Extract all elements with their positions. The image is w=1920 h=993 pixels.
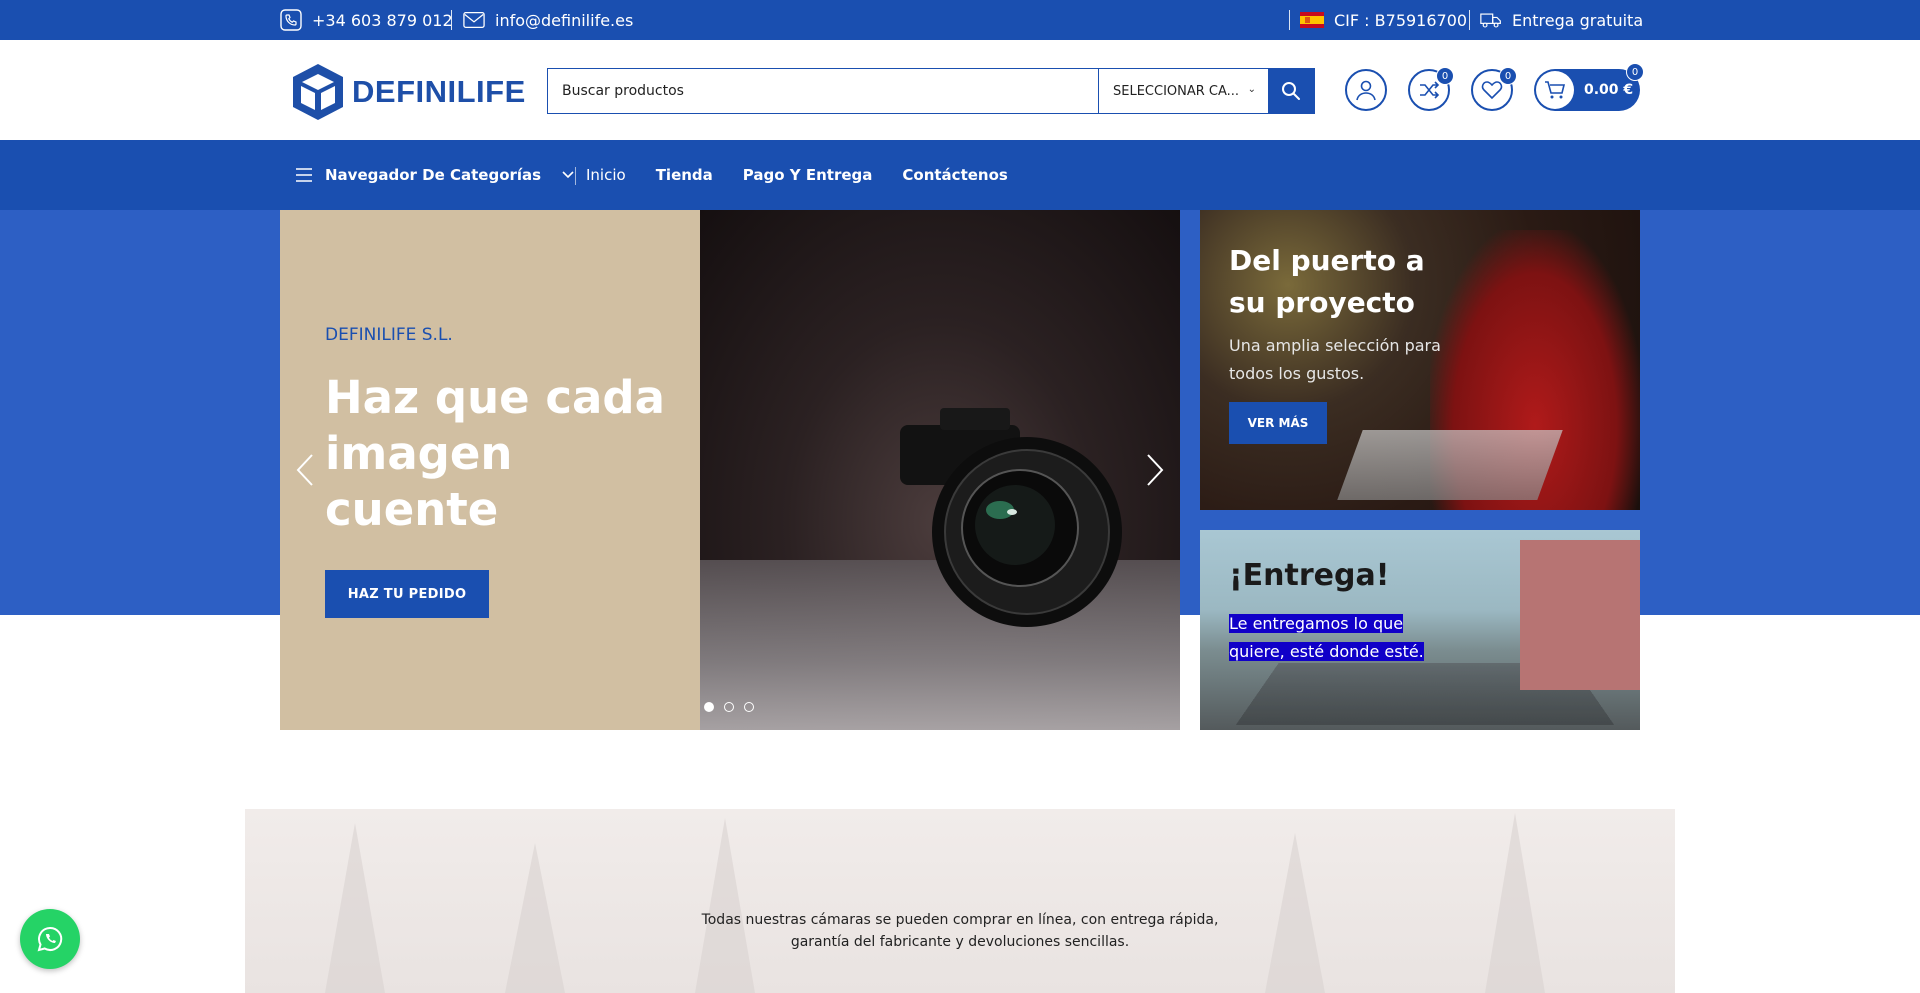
banner-photo-truck xyxy=(1520,540,1640,690)
search-button[interactable] xyxy=(1268,69,1314,113)
whatsapp-button[interactable] xyxy=(20,909,80,969)
arrow-left-icon xyxy=(296,454,313,486)
promo-line: Todas nuestras cámaras se pueden comprar… xyxy=(701,912,1219,928)
category-navigator-label: Navegador De Categorías xyxy=(325,166,542,184)
truck-icon xyxy=(1480,9,1502,31)
cif-text: CIF : B75916700 xyxy=(1334,10,1468,30)
banner-subtitle-wrap: Le entregamos lo que quiere, esté donde … xyxy=(1229,610,1459,666)
wishlist-button[interactable]: 0 xyxy=(1471,67,1517,111)
phone-icon xyxy=(280,9,302,31)
promo-section: Todas nuestras cámaras se pueden comprar… xyxy=(245,809,1675,993)
divider xyxy=(451,10,452,30)
slider-prev[interactable] xyxy=(290,450,320,490)
arrow-right-icon xyxy=(1147,454,1164,486)
category-select[interactable]: SELECCIONAR CA... ⌄ xyxy=(1098,69,1268,113)
promo-text: Todas nuestras cámaras se pueden comprar… xyxy=(245,909,1675,953)
nav-link-pago-entrega[interactable]: Pago Y Entrega xyxy=(743,166,873,184)
chevron-down-icon: ⌄ xyxy=(1247,84,1256,95)
tree-decoration xyxy=(1485,813,1545,993)
compare-icon xyxy=(1420,81,1440,99)
slider-dot[interactable] xyxy=(704,702,714,712)
logo-cube-icon xyxy=(293,64,343,120)
slide-text-panel: DEFINILIFE S.L. Haz que cada imagen cuen… xyxy=(280,210,700,730)
search-input[interactable] xyxy=(548,69,1098,113)
topbar-email[interactable]: info@definilife.es xyxy=(463,0,633,40)
search-bar: SELECCIONAR CA... ⌄ xyxy=(547,68,1315,114)
email-text: info@definilife.es xyxy=(495,10,634,30)
cart-count-badge: 0 xyxy=(1626,63,1644,81)
cart-icon-wrap xyxy=(1536,71,1574,109)
site-logo[interactable]: DEFINILIFE xyxy=(290,62,526,122)
category-navigator[interactable]: Navegador De Categorías xyxy=(295,140,575,210)
phone-text: +34 603 879 012 xyxy=(312,10,453,30)
divider xyxy=(575,167,576,185)
camera-illustration xyxy=(900,408,1122,627)
banner-port-project[interactable]: Del puerto a su proyecto Una amplia sele… xyxy=(1200,210,1640,510)
banner-title: ¡Entrega! xyxy=(1229,558,1390,593)
nav-links: Inicio Tienda Pago Y Entrega Contáctenos xyxy=(586,140,1038,210)
banner-subtitle: Una amplia selección para todos los gust… xyxy=(1229,336,1441,383)
compare-count-badge: 0 xyxy=(1436,67,1454,85)
promo-line: garantía del fabricante y devoluciones s… xyxy=(790,934,1130,950)
menu-icon xyxy=(296,168,312,182)
tree-decoration xyxy=(695,818,755,993)
category-select-value: SELECCIONAR CA... xyxy=(1113,83,1240,99)
slide-headline: Haz que cada imagen cuente xyxy=(325,371,665,536)
user-icon xyxy=(1356,80,1376,101)
slider-dot[interactable] xyxy=(744,702,754,712)
main-nav: Navegador De Categorías Inicio Tienda Pa… xyxy=(0,140,1920,210)
banner-photo-laptop xyxy=(1337,430,1563,500)
banner-title: Del puerto a su proyecto xyxy=(1229,244,1425,319)
order-button[interactable]: HAZ TU PEDIDO xyxy=(325,570,489,618)
tree-decoration xyxy=(325,823,385,993)
top-bar: +34 603 879 012 info@definilife.es CIF :… xyxy=(0,0,1920,40)
slider-next[interactable] xyxy=(1140,450,1170,490)
search-icon xyxy=(1282,82,1300,100)
slide-eyebrow: DEFINILIFE S.L. xyxy=(325,325,453,345)
compare-button[interactable]: 0 xyxy=(1408,67,1454,111)
divider xyxy=(1469,10,1470,30)
spain-flag-icon xyxy=(1300,12,1324,28)
slider-dots xyxy=(704,702,754,712)
nav-link-inicio[interactable]: Inicio xyxy=(586,166,626,184)
mail-icon xyxy=(463,9,485,31)
cart-total: 0.00 € xyxy=(1584,82,1634,98)
hero-slider: DEFINILIFE S.L. Haz que cada imagen cuen… xyxy=(280,210,1180,730)
topbar-shipping: Entrega gratuita xyxy=(1480,0,1643,40)
cart-icon xyxy=(1545,81,1566,99)
topbar-cif: CIF : B75916700 xyxy=(1300,0,1467,40)
slider-dot[interactable] xyxy=(724,702,734,712)
nav-link-contactenos[interactable]: Contáctenos xyxy=(902,166,1007,184)
camera-image xyxy=(700,210,1180,730)
banner-delivery[interactable]: ¡Entrega! Le entregamos lo que quiere, e… xyxy=(1200,530,1640,730)
divider xyxy=(1289,10,1290,30)
logo-text: DEFINILIFE xyxy=(352,74,526,109)
see-more-button[interactable]: VER MÁS xyxy=(1229,402,1327,444)
account-button[interactable] xyxy=(1345,69,1387,111)
nav-link-tienda[interactable]: Tienda xyxy=(656,166,713,184)
whatsapp-icon xyxy=(37,926,63,952)
chevron-down-icon xyxy=(562,171,574,179)
banner-subtitle: Le entregamos lo que quiere, esté donde … xyxy=(1229,614,1424,661)
topbar-phone[interactable]: +34 603 879 012 xyxy=(280,0,453,40)
cart-button[interactable]: 0.00 € 0 xyxy=(1534,63,1644,111)
shipping-text: Entrega gratuita xyxy=(1512,10,1644,30)
heart-icon xyxy=(1481,81,1503,100)
wishlist-count-badge: 0 xyxy=(1499,67,1517,85)
